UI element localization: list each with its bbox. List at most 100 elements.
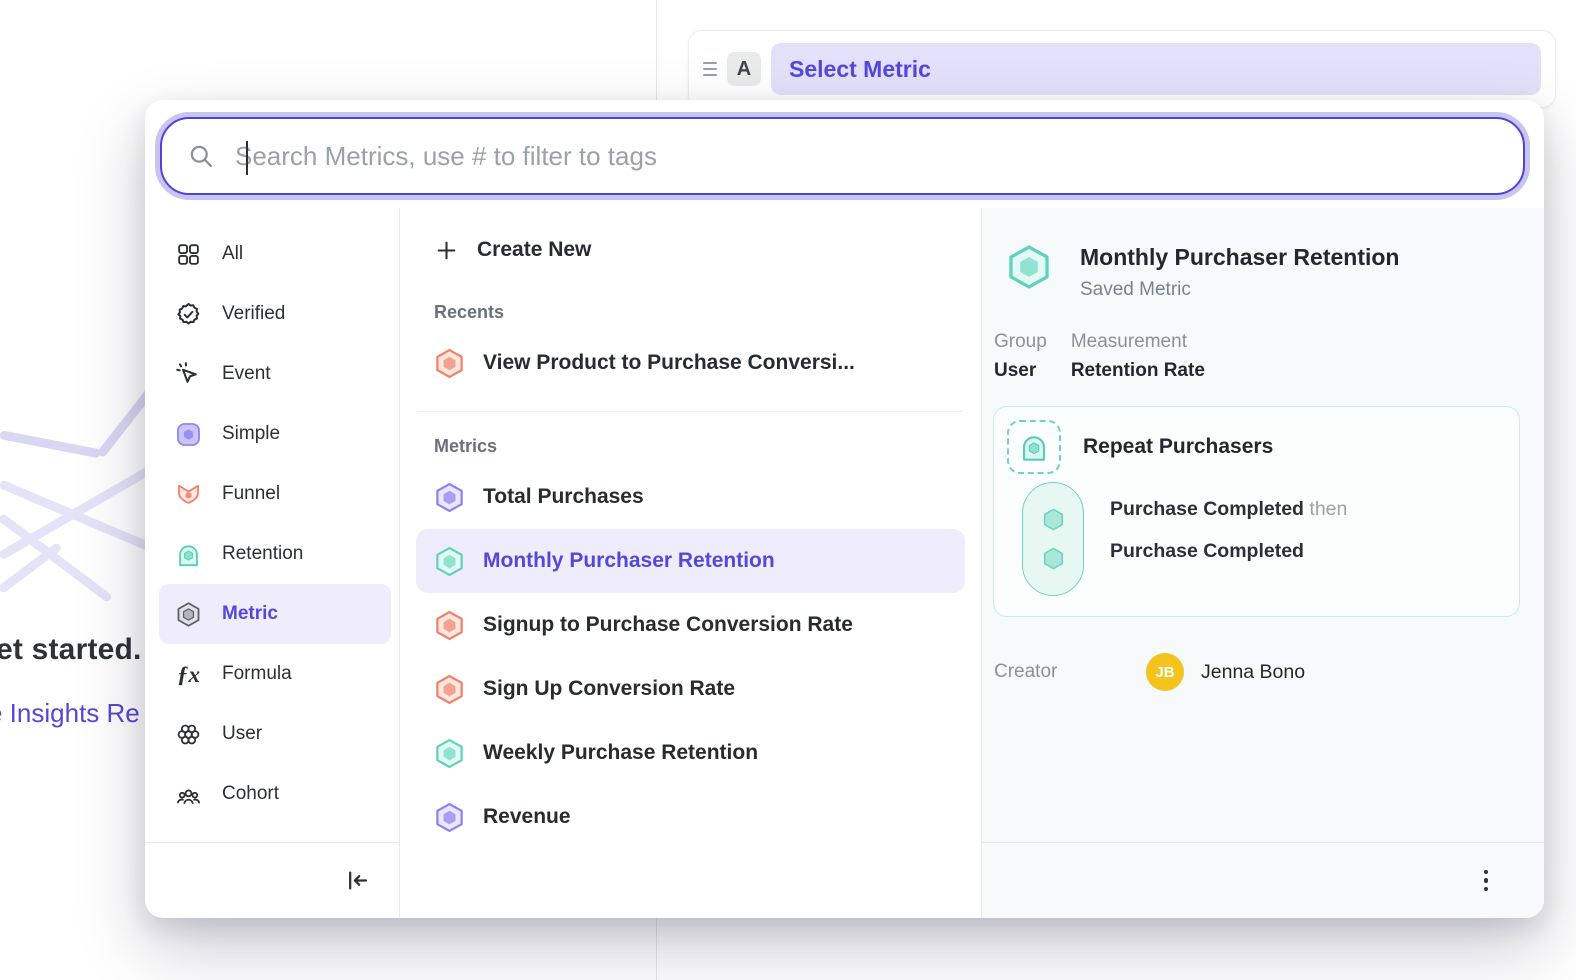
metric-item-total-purchases[interactable]: Total Purchases [416,465,965,529]
funnel-metric-hexagon-icon [434,348,465,379]
metric-list-column: Create New Recents View Product to Purch… [400,208,982,918]
metric-hexagon-icon [1006,244,1052,290]
grid-icon [175,241,202,268]
metric-item-monthly-purchaser-retention[interactable]: Monthly Purchaser Retention [416,529,965,593]
definition-title: Repeat Purchasers [1083,435,1273,459]
creator-label: Creator [994,661,1146,683]
metric-hexagon-icon [434,674,465,705]
sidebar-item-label: Cohort [222,783,279,805]
sidebar-item-user[interactable]: User [145,704,399,764]
metric-hexagon-icon [434,546,465,577]
detail-title: Monthly Purchaser Retention [1080,244,1399,271]
event-sequence-capsule [1022,482,1084,596]
creator-name: Jenna Bono [1201,661,1305,684]
search-icon [188,143,215,170]
metric-hexagon-icon [175,601,202,628]
retention-icon [175,541,202,568]
metric-item-label: Monthly Purchaser Retention [483,549,775,573]
sidebar-item-verified[interactable]: Verified [145,284,399,344]
sidebar-item-cohort[interactable]: Cohort [145,764,399,824]
sidebar-item-event[interactable]: Event [145,344,399,404]
filter-sidebar: All Verified [145,208,400,918]
recents-section-title: Recents [434,302,965,323]
sidebar-item-formula[interactable]: ƒx Formula [145,644,399,704]
user-cluster-icon [175,721,202,748]
measurement-value: Retention Rate [1071,360,1205,382]
list-divider [418,411,963,412]
metric-hexagon-icon [434,738,465,769]
create-new-button[interactable]: Create New [416,222,965,278]
sidebar-item-label: Formula [222,663,292,685]
sidebar-item-label: Event [222,363,271,385]
simple-metric-icon [175,421,202,448]
sidebar-item-label: Funnel [222,483,280,505]
measurement-label: Measurement [1071,331,1205,353]
detail-meta: Group User Measurement Retention Rate [994,331,1544,382]
definition-card: Repeat Purchasers Purchase Completed [993,406,1520,617]
sidebar-item-retention[interactable]: Retention [145,524,399,584]
sidebar-item-label: All [222,243,243,265]
sidebar-item-label: Verified [222,303,285,325]
sidebar-item-label: User [222,723,262,745]
drag-handle-icon[interactable] [703,62,717,76]
metric-item-signup-to-purchase[interactable]: Signup to Purchase Conversion Rate [416,593,965,657]
metric-hexagon-icon [434,802,465,833]
sidebar-item-simple[interactable]: Simple [145,404,399,464]
search-bar[interactable] [160,117,1525,195]
search-input[interactable] [235,141,1523,172]
metric-picker-modal: All Verified [145,100,1544,918]
detail-panel-footer [982,842,1544,918]
metric-row-card: A Select Metric [688,30,1556,108]
verified-badge-icon [175,301,202,328]
metric-hexagon-icon [434,610,465,641]
metric-detail-panel: Monthly Purchaser Retention Saved Metric… [982,208,1544,918]
event-hexagon-icon [1040,545,1067,572]
detail-header: Monthly Purchaser Retention Saved Metric [1006,244,1544,301]
cohort-people-icon [175,781,202,808]
sidebar-item-funnel[interactable]: Funnel [145,464,399,524]
sidebar-item-label: Retention [222,543,303,565]
metric-item-label: Signup to Purchase Conversion Rate [483,613,853,637]
metric-row-badge: A [727,52,761,86]
formula-icon: ƒx [175,661,202,688]
create-new-label: Create New [477,238,591,262]
metric-item-label: Total Purchases [483,485,644,509]
recent-metric-item[interactable]: View Product to Purchase Conversi... [416,331,965,395]
creator-row: Creator JB Jenna Bono [994,653,1544,691]
step-connector: then [1309,498,1347,520]
sidebar-footer [145,842,399,918]
text-caret [246,141,248,175]
sidebar-item-label: Metric [222,603,278,625]
metric-item-label: Weekly Purchase Retention [483,741,758,765]
funnel-icon [175,481,202,508]
sidebar-item-metric[interactable]: Metric [159,584,391,644]
metric-item-label: View Product to Purchase Conversi... [483,351,855,375]
metric-item-sign-up-conversion[interactable]: Sign Up Conversion Rate [416,657,965,721]
metric-item-revenue[interactable]: Revenue [416,785,965,849]
metric-item-label: Revenue [483,805,571,829]
insights-link-fragment[interactable]: e Insights Re [0,698,140,729]
metric-hexagon-icon [434,482,465,513]
sidebar-item-label: Simple [222,423,280,445]
metric-item-weekly-purchase-retention[interactable]: Weekly Purchase Retention [416,721,965,785]
search-focus-ring [155,112,1530,200]
sidebar-item-all[interactable]: All [145,224,399,284]
definition-step-1: Purchase Completed then [1110,498,1347,521]
select-metric-button[interactable]: Select Metric [771,43,1541,95]
collapse-panel-icon[interactable] [344,867,371,894]
event-cursor-icon [175,361,202,388]
definition-step-2: Purchase Completed [1110,540,1347,563]
event-hexagon-icon [1040,506,1067,533]
get-started-heading-fragment: et started. [0,633,142,667]
plus-icon [434,238,459,263]
group-label: Group [994,331,1047,353]
select-metric-label: Select Metric [789,56,931,83]
metric-item-label: Sign Up Conversion Rate [483,677,735,701]
more-options-icon[interactable] [1478,864,1495,898]
retention-definition-icon [1007,420,1061,474]
decor-chart-line [0,430,101,458]
group-value: User [994,360,1047,382]
metrics-section-title: Metrics [434,436,965,457]
detail-subtitle: Saved Metric [1080,279,1399,301]
creator-avatar: JB [1146,653,1184,691]
